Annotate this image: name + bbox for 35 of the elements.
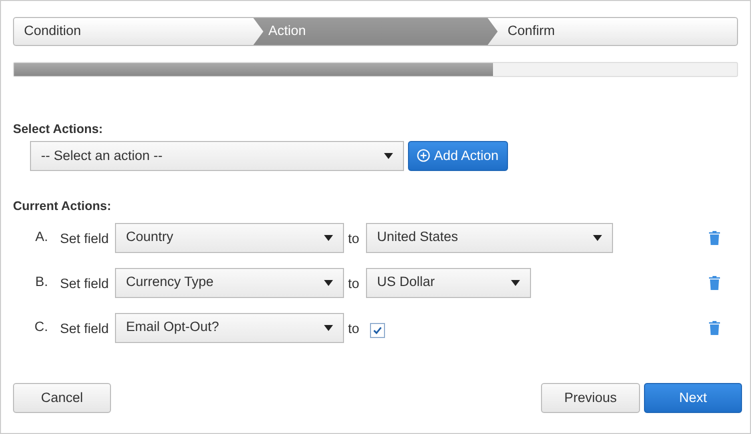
row-label: Set field xyxy=(60,275,110,294)
section-label: Current Actions: xyxy=(13,198,112,215)
caret-icon xyxy=(384,152,393,159)
wizard-step[interactable]: Confirm xyxy=(498,18,737,45)
checkmark-icon xyxy=(373,326,382,335)
checkbox[interactable] xyxy=(370,323,385,338)
value-dropdown[interactable]: United States xyxy=(366,222,613,252)
caret-icon xyxy=(593,234,602,240)
trash-icon[interactable] xyxy=(709,320,720,334)
wizard-step[interactable]: Condition xyxy=(14,18,254,45)
trash-icon[interactable] xyxy=(709,276,720,290)
previous-button[interactable]: Previous xyxy=(541,383,640,413)
item-letter: A. xyxy=(34,228,49,246)
cancel-button[interactable]: Cancel xyxy=(13,383,111,413)
add-action-button[interactable]: Add Action xyxy=(408,140,508,171)
trash-icon[interactable] xyxy=(709,230,720,244)
item-letter: B. xyxy=(34,273,49,292)
action-dropdown[interactable]: -- Select an action -- xyxy=(30,140,404,171)
plus-circle-icon xyxy=(417,149,430,162)
row-label: to xyxy=(347,230,360,248)
field-dropdown[interactable]: Currency Type xyxy=(115,268,344,298)
row-label: to xyxy=(347,320,360,338)
caret-icon xyxy=(324,324,333,330)
caret-icon xyxy=(324,280,333,286)
row-label: Set field xyxy=(60,320,110,338)
caret-icon xyxy=(511,280,520,286)
item-letter: C. xyxy=(34,318,49,336)
row-label: Set field xyxy=(60,230,110,248)
section-label: Select Actions: xyxy=(13,121,104,138)
caret-icon xyxy=(324,234,333,240)
field-dropdown[interactable]: Email Opt-Out? xyxy=(115,312,344,342)
field-dropdown[interactable]: Country xyxy=(115,222,344,252)
row-label: to xyxy=(347,275,360,294)
next-button[interactable]: Next xyxy=(644,383,742,413)
value-dropdown[interactable]: US Dollar xyxy=(366,268,531,298)
